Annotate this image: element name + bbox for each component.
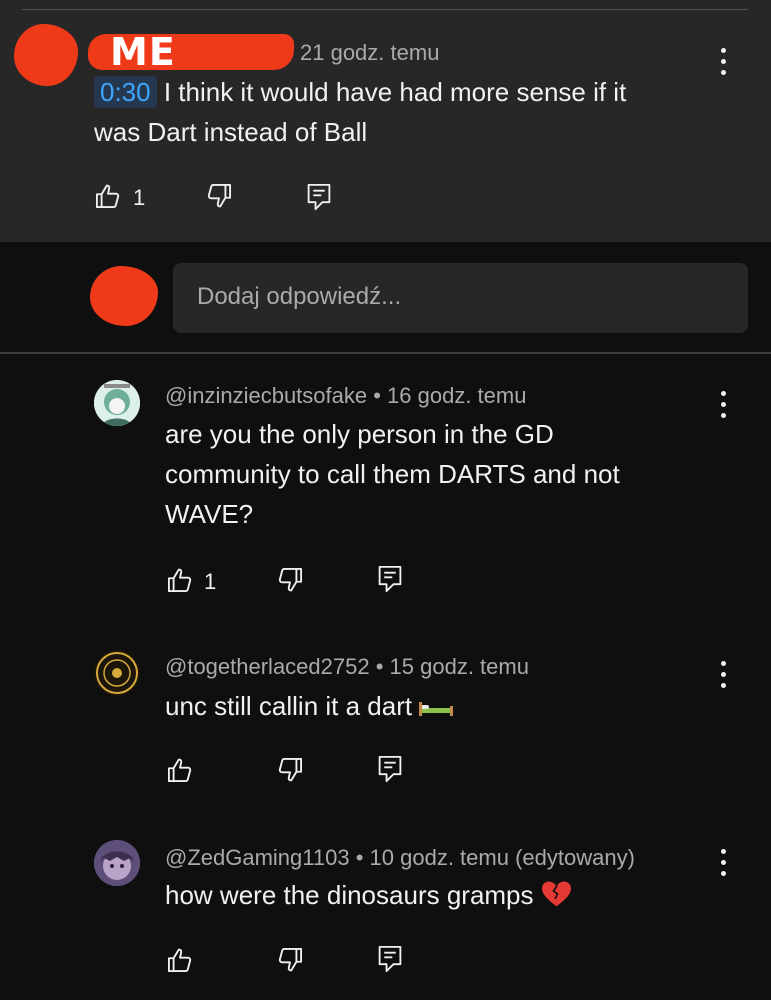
reply-button[interactable] xyxy=(305,182,333,212)
reply-time: 15 godz. temu xyxy=(389,654,529,679)
reply-comment-icon xyxy=(378,945,402,973)
reply-input[interactable]: Dodaj odpowiedź... xyxy=(173,263,748,333)
like-button[interactable] xyxy=(166,566,194,594)
reply-meta: @togetherlaced2752 • 15 godz. temu xyxy=(165,654,529,679)
broken-heart-emoji-icon xyxy=(541,881,571,906)
more-options-icon[interactable] xyxy=(714,658,734,692)
section-divider xyxy=(0,352,771,354)
dislike-button[interactable] xyxy=(276,756,304,784)
dislike-button[interactable] xyxy=(276,566,304,594)
reply-text-line-1: how were the dinosaurs gramps xyxy=(165,880,534,910)
avatar[interactable] xyxy=(94,840,140,886)
highlighted-comment: ME 21 godz. temu 0:30 I think it would h… xyxy=(0,0,771,242)
reply-comment-icon xyxy=(378,755,402,783)
like-button[interactable] xyxy=(166,756,194,784)
redacted-username: ME xyxy=(88,30,294,74)
reply-text: unc still callin it a dart xyxy=(165,686,705,726)
thumbs-up-icon xyxy=(95,184,120,209)
more-options-icon[interactable] xyxy=(714,388,734,422)
reply-button[interactable] xyxy=(376,754,404,784)
reply-input-placeholder: Dodaj odpowiedź... xyxy=(197,283,402,310)
avatar-image xyxy=(94,840,140,886)
reply-text-line-2: community to call them DARTS and not xyxy=(165,459,620,489)
reply-comment-icon xyxy=(378,565,402,593)
thumbs-down-icon xyxy=(207,183,232,208)
comment-text-line-1: I think it would have had more sense if … xyxy=(163,77,627,107)
like-button[interactable] xyxy=(166,946,194,974)
reply-text-line-1: unc still callin it a dart xyxy=(165,691,413,721)
thumbs-up-icon xyxy=(167,568,192,593)
avatar[interactable] xyxy=(94,380,140,426)
reply-comment-icon xyxy=(307,183,331,211)
more-options-icon[interactable] xyxy=(714,846,734,880)
reply-button[interactable] xyxy=(376,564,404,594)
redacted-own-avatar xyxy=(90,266,158,326)
comment-text-line-2: was Dart instead of Ball xyxy=(94,117,368,147)
reply-meta: @inzinziecbutsofake • 16 godz. temu xyxy=(165,383,527,408)
thumbs-up-icon xyxy=(167,948,192,973)
thumbs-down-icon xyxy=(278,947,303,972)
comment-time: 21 godz. temu xyxy=(300,40,440,65)
like-count: 1 xyxy=(133,185,146,210)
author-handle[interactable]: @ZedGaming1103 xyxy=(165,845,350,870)
author-handle[interactable]: @inzinziecbutsofake xyxy=(165,383,367,408)
author-label: ME xyxy=(110,30,176,74)
like-button[interactable] xyxy=(94,182,122,210)
reply-text-line-3: WAVE? xyxy=(165,499,254,529)
author-handle[interactable]: @togetherlaced2752 xyxy=(165,654,370,679)
reply-meta: @ZedGaming1103 • 10 godz. temu (edytowan… xyxy=(165,845,635,870)
thumbs-up-icon xyxy=(167,758,192,783)
reply-button[interactable] xyxy=(376,944,404,974)
dislike-button[interactable] xyxy=(276,946,304,974)
reply-time: 10 godz. temu (edytowany) xyxy=(369,845,635,870)
redacted-avatar xyxy=(14,24,78,86)
dislike-button[interactable] xyxy=(205,182,233,210)
thumbs-down-icon xyxy=(278,757,303,782)
avatar-image xyxy=(94,380,140,426)
avatar[interactable] xyxy=(94,650,140,696)
avatar-image xyxy=(94,650,140,696)
reply-text-line-1: are you the only person in the GD xyxy=(165,419,554,449)
reply-text: how were the dinosaurs gramps xyxy=(165,875,705,915)
comment-text: 0:30 I think it would have had more sens… xyxy=(94,72,734,152)
thumbs-down-icon xyxy=(278,567,303,592)
bed-emoji-icon xyxy=(419,702,454,716)
timestamp-link[interactable]: 0:30 xyxy=(94,76,157,108)
like-count: 1 xyxy=(204,569,217,594)
reply-text: are you the only person in the GD commun… xyxy=(165,414,705,534)
top-divider xyxy=(22,9,748,10)
reply-time: 16 godz. temu xyxy=(387,383,527,408)
